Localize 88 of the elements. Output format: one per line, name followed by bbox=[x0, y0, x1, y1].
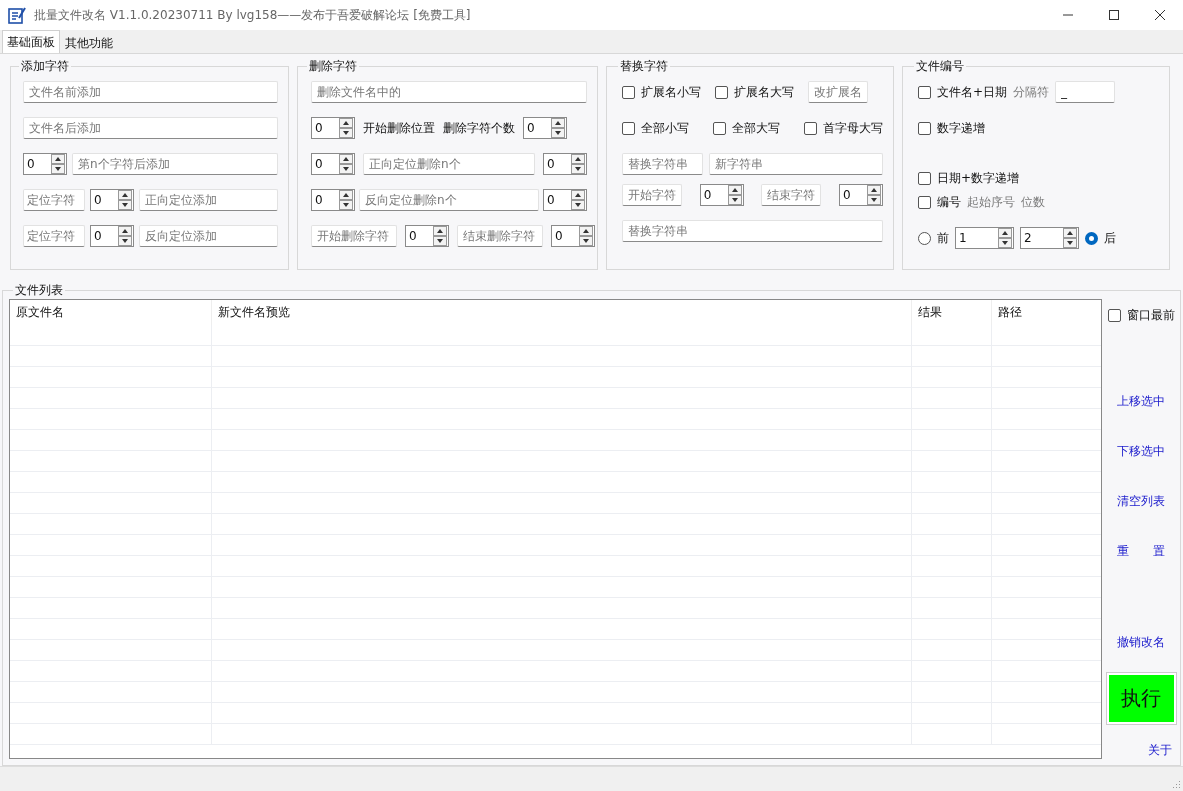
stepper-arrows-icon[interactable] bbox=[339, 118, 353, 138]
text-field[interactable]: 定位字符 bbox=[23, 225, 85, 247]
field-label: 删除字符个数 bbox=[443, 119, 515, 137]
number-spinner[interactable]: 0 bbox=[90, 225, 134, 247]
text-field[interactable]: 正向定位删除n个 bbox=[363, 153, 535, 175]
number-spinner[interactable]: 0 bbox=[23, 153, 67, 175]
text-field[interactable]: 结束字符 bbox=[761, 184, 822, 206]
stepper-arrows-icon[interactable] bbox=[571, 154, 585, 174]
number-spinner[interactable]: 0 bbox=[523, 117, 567, 139]
checkbox[interactable]: 扩展名大写 bbox=[715, 83, 794, 101]
number-spinner[interactable]: 0 bbox=[405, 225, 449, 247]
run-button[interactable]: 执行 bbox=[1106, 673, 1176, 724]
resize-grip-icon[interactable] bbox=[1171, 779, 1181, 789]
column-header[interactable]: 原文件名 bbox=[10, 300, 212, 325]
stepper-arrows-icon[interactable] bbox=[339, 190, 353, 210]
text-field[interactable]: 反向定位删除n个 bbox=[359, 189, 539, 211]
checkbox[interactable]: 扩展名小写 bbox=[622, 83, 701, 101]
checkbox[interactable]: 数字递增 bbox=[918, 119, 985, 137]
number-spinner[interactable]: 0 bbox=[699, 184, 744, 206]
checkbox[interactable]: 文件名+日期 bbox=[918, 83, 1008, 101]
radio-button[interactable]: 前 bbox=[918, 229, 949, 247]
group-title: 替换字符 bbox=[619, 58, 669, 75]
number-spinner[interactable]: 0 bbox=[551, 225, 595, 247]
text-field[interactable]: 文件名后添加 bbox=[23, 117, 278, 139]
action-link[interactable]: 重 置 bbox=[1117, 542, 1165, 560]
action-link[interactable]: 撤销改名 bbox=[1117, 633, 1165, 651]
text-field[interactable]: _ bbox=[1055, 81, 1116, 103]
text-field[interactable]: 新字符串 bbox=[709, 153, 883, 175]
stepper-arrows-icon[interactable] bbox=[118, 226, 132, 246]
text-field[interactable]: 开始删除字符 bbox=[311, 225, 397, 247]
number-spinner[interactable]: 0 bbox=[543, 189, 587, 211]
about-link[interactable]: 关于 bbox=[1148, 741, 1172, 759]
text-field[interactable]: 第n个字符后添加 bbox=[72, 153, 278, 175]
group-title: 文件编号 bbox=[915, 58, 965, 75]
group-title: 删除字符 bbox=[308, 58, 358, 75]
checkbox[interactable]: 窗口最前 bbox=[1108, 307, 1175, 324]
number-spinner[interactable]: 0 bbox=[838, 184, 883, 206]
column-header[interactable]: 新文件名预览 bbox=[212, 300, 912, 325]
group-title: 文件列表 bbox=[14, 282, 64, 299]
stepper-arrows-icon[interactable] bbox=[1063, 228, 1077, 248]
number-spinner[interactable]: 1 bbox=[955, 227, 1014, 249]
checkbox[interactable]: 编号 bbox=[918, 193, 961, 211]
window-title: 批量文件改名 V1.1.0.20230711 By lvg158——发布于吾爱破解论坛 [免费工具] bbox=[34, 6, 471, 24]
stepper-arrows-icon[interactable] bbox=[433, 226, 447, 246]
field-label: 分隔符 bbox=[1013, 83, 1050, 101]
number-spinner[interactable]: 0 bbox=[311, 153, 355, 175]
checkbox[interactable]: 日期+数字递增 bbox=[918, 169, 1020, 187]
stepper-arrows-icon[interactable] bbox=[118, 190, 132, 210]
text-field[interactable]: 删除文件名中的 bbox=[311, 81, 587, 103]
number-spinner[interactable]: 0 bbox=[543, 153, 587, 175]
number-spinner[interactable]: 0 bbox=[90, 189, 134, 211]
text-field[interactable]: 正向定位添加 bbox=[139, 189, 278, 211]
number-spinner[interactable]: 0 bbox=[311, 117, 355, 139]
text-field[interactable]: 定位字符 bbox=[23, 189, 85, 211]
field-label: 开始删除位置 bbox=[363, 119, 435, 137]
stepper-arrows-icon[interactable] bbox=[866, 185, 881, 205]
stepper-arrows-icon[interactable] bbox=[551, 118, 565, 138]
checkbox[interactable]: 全部大写 bbox=[713, 119, 780, 137]
tab[interactable]: 基础面板 bbox=[2, 30, 60, 53]
text-field[interactable]: 替换字符串 bbox=[622, 220, 883, 242]
number-spinner[interactable]: 2 bbox=[1020, 227, 1079, 249]
stepper-arrows-icon[interactable] bbox=[579, 226, 593, 246]
action-link[interactable]: 下移选中 bbox=[1117, 442, 1165, 460]
field-label: 位数 bbox=[1021, 193, 1045, 211]
text-field[interactable]: 替换字符串 bbox=[622, 153, 703, 175]
app-icon bbox=[8, 6, 26, 24]
radio-button[interactable]: 后 bbox=[1085, 229, 1116, 247]
column-header[interactable]: 结果 bbox=[912, 300, 992, 325]
text-field[interactable]: 结束删除字符 bbox=[457, 225, 543, 247]
stepper-arrows-icon[interactable] bbox=[571, 190, 585, 210]
text-field[interactable]: 改扩展名 bbox=[808, 81, 868, 103]
stepper-arrows-icon[interactable] bbox=[339, 154, 353, 174]
action-link[interactable]: 上移选中 bbox=[1117, 392, 1165, 410]
stepper-arrows-icon[interactable] bbox=[998, 228, 1012, 248]
checkbox[interactable]: 全部小写 bbox=[622, 119, 689, 137]
text-field[interactable]: 开始字符 bbox=[622, 184, 682, 206]
number-spinner[interactable]: 0 bbox=[311, 189, 355, 211]
text-field[interactable]: 反向定位添加 bbox=[139, 225, 278, 247]
close-icon bbox=[1155, 10, 1165, 20]
field-label: 起始序号 bbox=[967, 193, 1015, 211]
action-link[interactable]: 清空列表 bbox=[1117, 492, 1165, 510]
stepper-arrows-icon[interactable] bbox=[51, 154, 65, 174]
checkbox[interactable]: 首字母大写 bbox=[804, 119, 883, 137]
stepper-arrows-icon[interactable] bbox=[727, 185, 742, 205]
group-title: 添加字符 bbox=[20, 58, 70, 75]
maximize-icon bbox=[1109, 10, 1119, 20]
text-field[interactable]: 文件名前添加 bbox=[23, 81, 278, 103]
column-header[interactable]: 路径 bbox=[992, 300, 1101, 325]
